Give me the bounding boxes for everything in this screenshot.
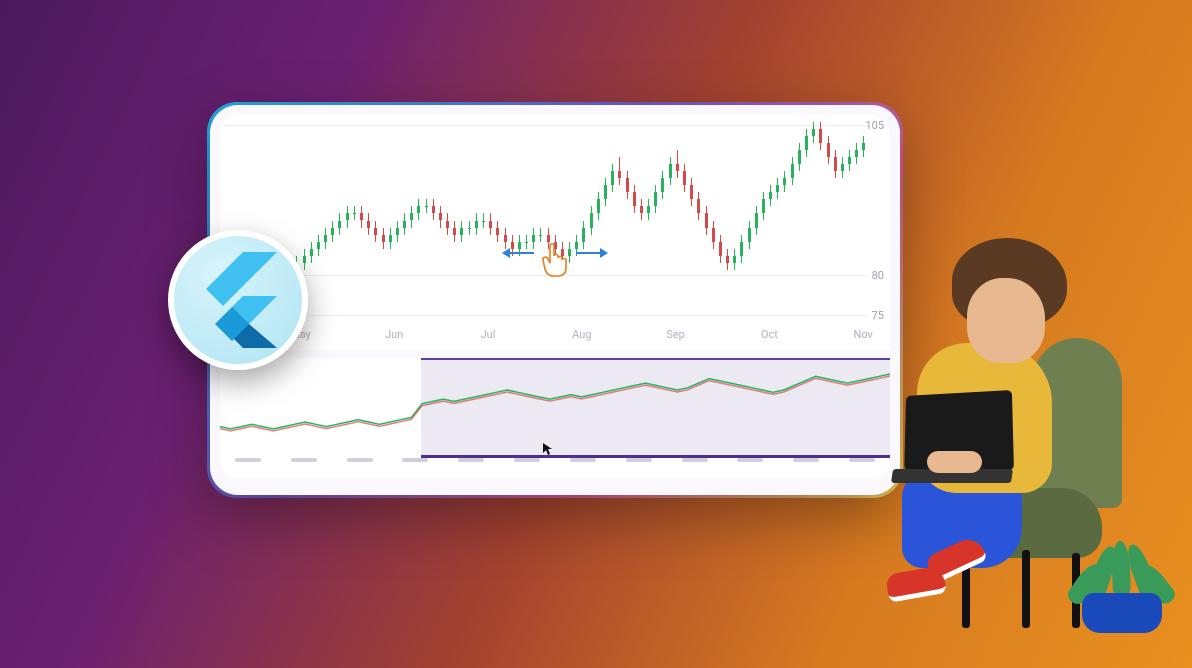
x-tick: Jun (385, 328, 403, 341)
x-tick: Sep (666, 328, 685, 341)
x-tick: Oct (761, 328, 778, 341)
candlestick-series (220, 115, 866, 326)
flutter-logo-badge (168, 230, 308, 370)
main-candlestick-chart[interactable]: 105 80 75 May Jun Jul Aug Sep Oct Nov (220, 115, 890, 350)
plant-pot (1082, 593, 1162, 633)
y-tick-105: 105 (865, 119, 884, 132)
x-tick: Aug (572, 328, 591, 341)
range-line-series (220, 358, 890, 438)
flutter-icon (199, 252, 277, 348)
x-tick: Jul (481, 328, 496, 341)
x-tick: Nov (854, 328, 873, 341)
range-tick-markers (220, 458, 890, 472)
range-navigator-chart[interactable] (220, 358, 890, 478)
x-axis: May Jun Jul Aug Sep Oct Nov (220, 328, 890, 344)
chart-card: 105 80 75 May Jun Jul Aug Sep Oct Nov (210, 105, 900, 495)
